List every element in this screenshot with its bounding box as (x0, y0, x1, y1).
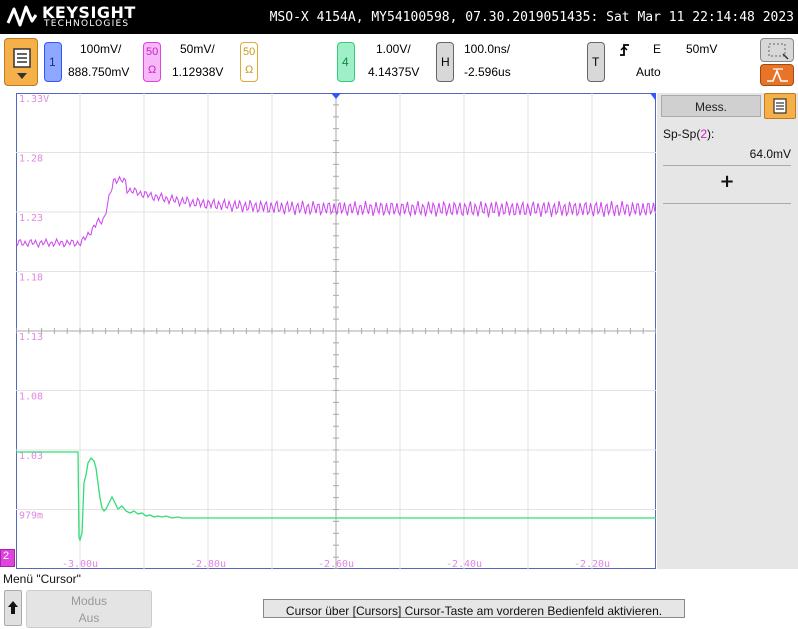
add-measurement-button[interactable]: + (663, 169, 791, 204)
ch2-offset: 1.12938V (172, 65, 224, 79)
ch1-number: 1 (49, 55, 56, 69)
ch1-offset: 888.750mV (68, 65, 130, 79)
x-axis-label: -2.60u (318, 559, 354, 569)
trigger-label: T (592, 55, 600, 69)
measurement-item[interactable]: Sp-Sp(2): 64.0mV (663, 127, 791, 166)
meas-label-prefix: Sp-Sp( (663, 127, 701, 141)
mode-label: Modus (70, 594, 108, 608)
measurement-label: Sp-Sp(2): (663, 127, 714, 141)
hint-message: Cursor über [Cursors] Cursor-Taste am vo… (263, 599, 685, 618)
hint-text: Cursor über [Cursors] Cursor-Taste am vo… (285, 604, 663, 618)
x-axis-label: -2.40u (446, 559, 482, 569)
horizontal-button[interactable]: H (436, 42, 454, 82)
y-axis-label: 1.08 (19, 392, 43, 403)
meas-label-suffix: ): (707, 127, 715, 141)
ch3-imp-top: 50 (243, 46, 256, 58)
keysight-logo: KEYSIGHT TECHNOLOGIES (6, 2, 136, 32)
menu-title: Menü "Cursor" (3, 572, 81, 586)
ch2-imp-bot: Ω (148, 64, 157, 76)
x-axis-label: -2.80u (190, 559, 226, 569)
ch2-ground-marker[interactable]: 2 (0, 549, 15, 567)
add-icon: + (719, 171, 735, 192)
touch-gesture-button[interactable] (760, 64, 794, 86)
horizontal-label: H (441, 55, 450, 69)
waveform-display[interactable]: 1.33V 1.28 1.23 1.18 1.13 1.08 1.03 979m -3.00u… (15, 92, 657, 570)
x-axis-label: -3.00u (62, 559, 98, 569)
instrument-info: MSO-X 4154A, MY54100598, 07.30.201905143… (269, 10, 794, 25)
y-axis-label: 1.13 (19, 332, 43, 343)
ch2-scale: 50mV/ (180, 42, 215, 56)
measurement-value: 64.0mV (749, 147, 791, 161)
ch3-impedance-badge[interactable]: 50 Ω (240, 42, 258, 82)
mode-softkey[interactable]: Modus Aus (26, 590, 152, 628)
ch3-imp-bot: Ω (245, 64, 254, 76)
y-axis-label: 1.33V (19, 94, 49, 105)
ch1-button[interactable]: 1 (44, 42, 62, 82)
trigger-button[interactable]: T (587, 42, 605, 82)
ch1-scale: 100mV/ (80, 42, 122, 56)
y-axis-label: 1.23 (19, 213, 43, 224)
zoom-rect-icon (768, 43, 789, 60)
trigger-waveform-icon (767, 68, 788, 82)
y-axis-label: 1.18 (19, 273, 43, 284)
ch2-imp-top: 50 (146, 46, 159, 58)
ch2-impedance-badge[interactable]: 50 Ω (143, 42, 161, 82)
x-axis-label: -2.20u (574, 559, 610, 569)
waveform-graticule: 1.33V1.281.231.181.131.081.03979m -3.00u… (15, 92, 657, 570)
horizontal-offset: -2.596us (464, 65, 511, 79)
title-bar: KEYSIGHT TECHNOLOGIES MSO-X 4154A, MY541… (0, 0, 798, 34)
tab-measurements-label: Mess. (694, 100, 727, 114)
list-icon (773, 98, 787, 114)
channel-toolbar: 1 100mV/ 888.750mV 50 Ω 50mV/ 1.12938V 5… (0, 34, 798, 92)
measurement-panel: Mess. Sp-Sp(2): 64.0mV + (657, 93, 798, 569)
main-menu-button[interactable] (4, 38, 38, 86)
ch2-marker-label: 2 (3, 550, 10, 562)
up-arrow-icon (8, 601, 18, 614)
trigger-mode: Auto (636, 65, 661, 79)
zoom-select-button[interactable] (760, 38, 794, 62)
brand-sub: TECHNOLOGIES (44, 19, 130, 29)
trigger-edge: E (653, 42, 662, 56)
tab-measurements[interactable]: Mess. (661, 95, 761, 117)
menu-list-icon (13, 48, 31, 79)
rising-edge-icon (620, 44, 629, 56)
horizontal-scale: 100.0ns/ (464, 42, 511, 56)
ch4-offset: 4.14375V (368, 65, 420, 79)
keysight-wave-icon (6, 5, 38, 27)
y-axis-label: 1.28 (19, 154, 43, 165)
trigger-level: 50mV (686, 42, 718, 56)
back-button[interactable] (4, 590, 22, 626)
ch4-button[interactable]: 4 (337, 42, 355, 82)
mode-value: Aus (78, 611, 100, 625)
softkey-bar: Menü "Cursor" Modus Aus Cursor über [Cur… (0, 569, 798, 629)
ch4-scale: 1.00V/ (376, 42, 411, 56)
panel-menu-button[interactable] (764, 93, 796, 119)
ch4-number: 4 (342, 55, 349, 69)
y-axis-label: 979m (19, 511, 43, 522)
